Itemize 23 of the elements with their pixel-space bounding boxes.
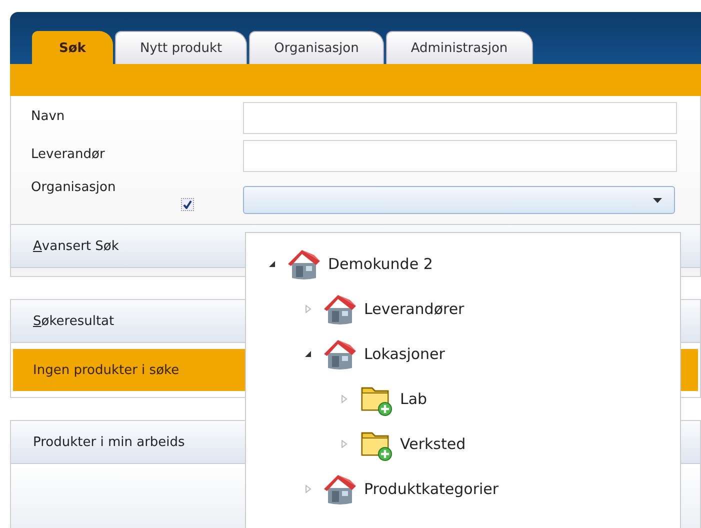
input-field[interactable] [243,102,677,134]
tab[interactable]: Administrasjon [386,31,533,64]
expand-arrow-icon[interactable] [304,304,312,312]
tab[interactable]: Søk [32,31,113,64]
field-label: Organisasjon [31,179,116,197]
expand-arrow-icon[interactable] [340,440,348,448]
field-label: Leverandør [31,146,105,164]
tree-item[interactable]: Lab [400,390,428,408]
collapse-arrow-icon[interactable] [268,260,276,268]
dropdown-field[interactable] [243,186,675,214]
tree-item[interactable]: Produktkategorier [364,480,499,498]
checkbox[interactable] [181,198,194,211]
collapse-arrow-icon[interactable] [304,350,312,358]
expand-arrow-icon[interactable] [304,484,312,492]
caret-icon [653,198,662,202]
input-field[interactable] [243,140,677,172]
tree-item[interactable]: Leverandører [364,300,464,318]
tree-item[interactable]: Verksted [400,434,466,452]
field-label: Navn [31,108,65,126]
tab[interactable]: Organisasjon [249,31,384,64]
expand-arrow-icon[interactable] [340,394,348,402]
tree-item[interactable]: Demokunde 2 [328,254,433,272]
tab[interactable]: Nytt produkt [114,31,248,64]
